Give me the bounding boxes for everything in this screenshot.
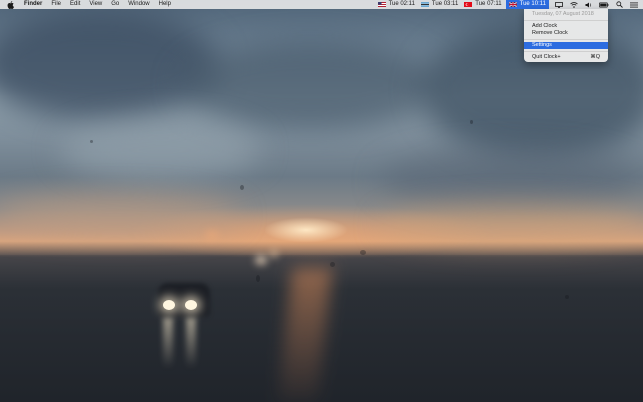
menu-help[interactable]: Help: [159, 0, 171, 9]
raindrop: [330, 262, 335, 267]
menu-file[interactable]: File: [51, 0, 61, 9]
clock-uk[interactable]: Tue 10:11: [505, 0, 549, 9]
us-flag-icon: [377, 2, 386, 7]
clock-bw[interactable]: Tue 03:11: [420, 0, 459, 9]
quit-shortcut: ⌘Q: [590, 54, 600, 60]
menu-bar: Finder File Edit View Go Window Help Tue…: [0, 0, 643, 9]
raindrop: [256, 275, 260, 282]
cloud: [380, 205, 643, 245]
remove-clock-label: Remove Clock: [532, 30, 568, 36]
remove-clock-menu-item[interactable]: Remove Clock: [524, 30, 608, 37]
bw-flag-icon: [420, 2, 429, 7]
raindrop: [470, 120, 473, 124]
raindrop: [360, 250, 366, 255]
headlight-reflection: [163, 318, 173, 368]
raindrop: [565, 295, 569, 299]
city-light: [270, 250, 278, 258]
notification-center-icon[interactable]: [629, 0, 639, 9]
display-icon[interactable]: [554, 0, 564, 9]
add-clock-label: Add Clock: [532, 23, 558, 29]
clock-dropdown-menu: Tuesday, 07 August 2018 Add Clock Remove…: [524, 9, 608, 62]
battery-icon[interactable]: [599, 0, 609, 9]
apple-icon[interactable]: [7, 0, 15, 9]
uk-flag-icon: [508, 1, 517, 8]
cloud: [180, 40, 440, 130]
menu-bar-right: Tue 02:11 Tue 03:11 Tue 07:11 Tue 10:11: [372, 0, 643, 9]
cloud: [0, 10, 220, 120]
clock-bw-time: Tue 03:11: [431, 1, 459, 7]
menu-edit[interactable]: Edit: [70, 0, 80, 9]
search-icon[interactable]: [614, 0, 624, 9]
menu-separator: [524, 39, 608, 40]
cloud: [60, 120, 260, 180]
menu-go[interactable]: Go: [111, 0, 119, 9]
settings-menu-item[interactable]: Settings: [524, 42, 608, 49]
raindrop: [90, 140, 93, 143]
city-light: [205, 230, 219, 240]
clock-uk-time: Tue 10:11: [519, 1, 546, 7]
menu-bar-left: Finder File Edit View Go Window Help: [0, 0, 180, 9]
menu-separator: [524, 51, 608, 52]
raindrop: [240, 185, 244, 190]
headlight-reflection: [186, 318, 196, 368]
settings-label: Settings: [532, 42, 552, 48]
clock-tr-time: Tue 07:11: [475, 1, 502, 7]
clock-us[interactable]: Tue 02:11: [377, 0, 415, 9]
volume-icon[interactable]: [584, 0, 594, 9]
car-headlight: [185, 300, 197, 310]
city-light: [255, 255, 267, 265]
quit-label: Quit Clock+: [532, 54, 561, 60]
menu-window[interactable]: Window: [128, 0, 149, 9]
cloud: [0, 195, 240, 235]
clock-tr[interactable]: Tue 07:11: [464, 0, 502, 9]
cloud: [380, 150, 640, 210]
car-headlight: [163, 300, 175, 310]
tr-flag-icon: [464, 2, 473, 7]
clock-us-time: Tue 02:11: [388, 1, 415, 7]
menu-separator: [524, 20, 608, 21]
current-date: Tuesday, 07 August 2018: [532, 11, 594, 17]
add-clock-menu-item[interactable]: Add Clock: [524, 23, 608, 30]
wifi-icon[interactable]: [569, 0, 579, 9]
app-menu-finder[interactable]: Finder: [24, 0, 42, 9]
quit-menu-item[interactable]: Quit Clock+ ⌘Q: [524, 54, 608, 61]
menu-view[interactable]: View: [89, 0, 102, 9]
